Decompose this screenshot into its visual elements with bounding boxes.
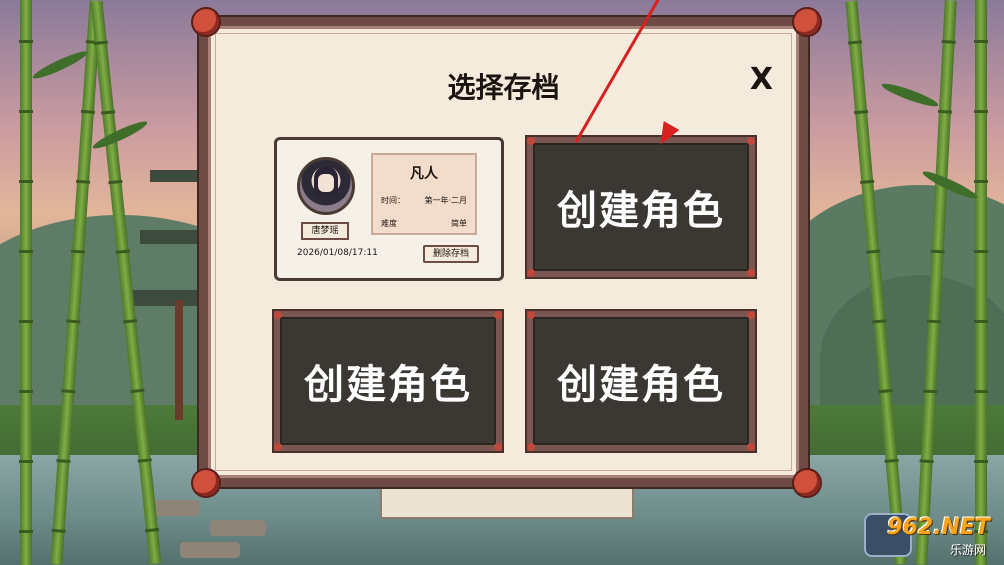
save-info-box: 凡人 时间： 第一年·二月 难度 简单 — [371, 153, 477, 235]
frame-rivet — [747, 311, 755, 319]
pavilion-roof — [130, 290, 210, 306]
frame-rivet — [527, 311, 535, 319]
frame-corner-ornament — [193, 470, 219, 496]
frame-corner-ornament — [794, 9, 820, 35]
watermark-sub-text: 乐游网 — [949, 543, 986, 557]
stepping-stone — [180, 542, 240, 558]
save-timestamp: 2026/01/08/17:11 — [297, 248, 378, 258]
character-avatar — [297, 157, 355, 215]
save-select-dialog: 选择存档 X 唐梦瑶 凡人 时间： 第一年·二月 难度 简单 2026/01/0… — [199, 17, 808, 487]
frame-rivet — [527, 137, 535, 145]
frame-rivet — [494, 311, 502, 319]
frame-rivet — [747, 443, 755, 451]
frame-corner-ornament — [193, 9, 219, 35]
frame-rivet — [274, 443, 282, 451]
stepping-stone — [150, 500, 200, 516]
character-name: 唐梦瑶 — [301, 222, 349, 240]
create-character-button[interactable]: 创建角色 — [274, 311, 502, 451]
delete-save-button[interactable]: 删除存档 — [423, 245, 479, 263]
frame-corner-ornament — [794, 470, 820, 496]
save-slot-1[interactable]: 唐梦瑶 凡人 时间： 第一年·二月 难度 简单 2026/01/08/17:11… — [274, 137, 504, 281]
frame-rivet — [274, 311, 282, 319]
time-value: 第一年·二月 — [424, 196, 467, 205]
bottom-scroll-panel — [380, 487, 634, 519]
dialog-title: 选择存档 — [447, 71, 560, 104]
cultivation-rank: 凡人 — [410, 166, 438, 182]
create-character-label: 创建角色 — [557, 188, 725, 234]
create-character-label: 创建角色 — [557, 362, 725, 408]
pavilion-pillar — [175, 300, 183, 420]
create-character-label: 创建角色 — [304, 362, 472, 408]
difficulty-label: 难度 — [381, 219, 397, 228]
frame-rivet — [527, 269, 535, 277]
frame-rivet — [747, 269, 755, 277]
create-character-button[interactable]: 创建角色 — [527, 137, 755, 277]
site-watermark: 962.NET 乐游网 — [858, 509, 998, 561]
avatar-face — [318, 174, 334, 192]
watermark-main-text: 962.NET — [887, 515, 990, 540]
bamboo-stalk — [19, 0, 33, 565]
create-character-button[interactable]: 创建角色 — [527, 311, 755, 451]
time-label: 时间： — [381, 196, 405, 205]
close-button[interactable]: X — [750, 62, 773, 97]
frame-rivet — [494, 443, 502, 451]
frame-rivet — [747, 137, 755, 145]
bamboo-stalk — [974, 0, 988, 565]
stepping-stone — [210, 520, 266, 536]
frame-rivet — [527, 443, 535, 451]
difficulty-value: 简单 — [451, 219, 467, 228]
